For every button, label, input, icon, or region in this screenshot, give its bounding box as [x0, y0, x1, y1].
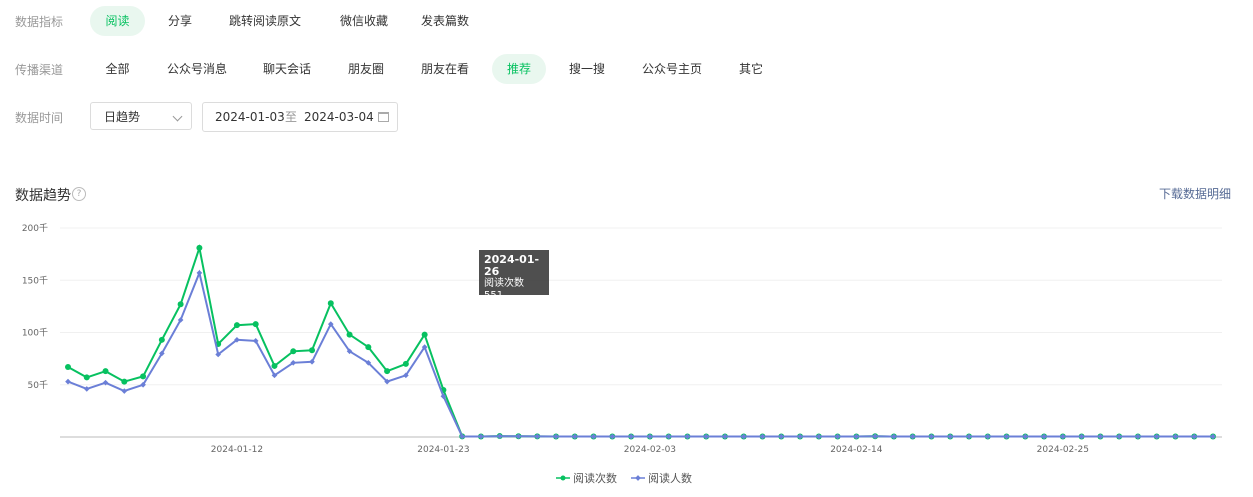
- legend-item-series-1[interactable]: 阅读人数: [631, 470, 692, 486]
- data-point: [346, 331, 353, 338]
- series-line-0: [67, 243, 1213, 438]
- data-point: [158, 336, 165, 343]
- data-point: [140, 373, 147, 380]
- data-point: [290, 348, 297, 355]
- x-tick-label: 2024-02-03: [624, 445, 676, 455]
- y-tick-label: 200千: [22, 223, 48, 234]
- data-point: [121, 378, 128, 385]
- data-point: [102, 368, 109, 375]
- data-point: [402, 360, 409, 367]
- tooltip-reader-count: 阅读人数 494: [484, 302, 524, 325]
- legend-marker-series-1: [631, 475, 645, 481]
- data-point: [271, 362, 278, 369]
- data-point: [196, 244, 203, 251]
- y-tick-label: 50千: [28, 380, 48, 391]
- data-point: [309, 347, 316, 354]
- data-point: [177, 301, 184, 308]
- data-point: [65, 378, 71, 385]
- tooltip-date: 2024-01-26: [484, 253, 540, 278]
- y-tick-label: 100千: [22, 328, 48, 339]
- data-point: [65, 363, 71, 370]
- trend-chart: 200千 150千 100千 50千 2024-01-12 2024-01-23 2024-…: [22, 223, 1222, 455]
- data-point: [196, 270, 203, 276]
- x-tick-label: 2024-02-14: [830, 445, 883, 455]
- y-tick-label: 150千: [22, 275, 48, 286]
- data-point: [384, 368, 391, 375]
- data-point: [83, 374, 90, 381]
- x-tick-label: 2024-01-12: [211, 445, 263, 455]
- legend-item-series-0[interactable]: 阅读次数: [556, 470, 617, 486]
- series-line-1: [67, 269, 1213, 438]
- chart-tooltip: 2024-01-26 阅读次数 551 阅读人数 494: [479, 250, 549, 325]
- legend-label-series-1: 阅读人数: [648, 472, 692, 485]
- data-point: [365, 344, 372, 351]
- x-tick-label: 2024-01-23: [417, 445, 469, 455]
- data-point: [83, 386, 90, 392]
- x-tick-label: 2024-02-25: [1037, 445, 1089, 455]
- data-point: [327, 300, 334, 307]
- data-point: [233, 322, 240, 329]
- legend-marker-series-0: [556, 475, 570, 481]
- data-point: [421, 331, 428, 338]
- tooltip-read-count: 阅读次数 551: [484, 278, 524, 301]
- legend-label-series-0: 阅读次数: [573, 472, 617, 485]
- data-point: [252, 321, 259, 328]
